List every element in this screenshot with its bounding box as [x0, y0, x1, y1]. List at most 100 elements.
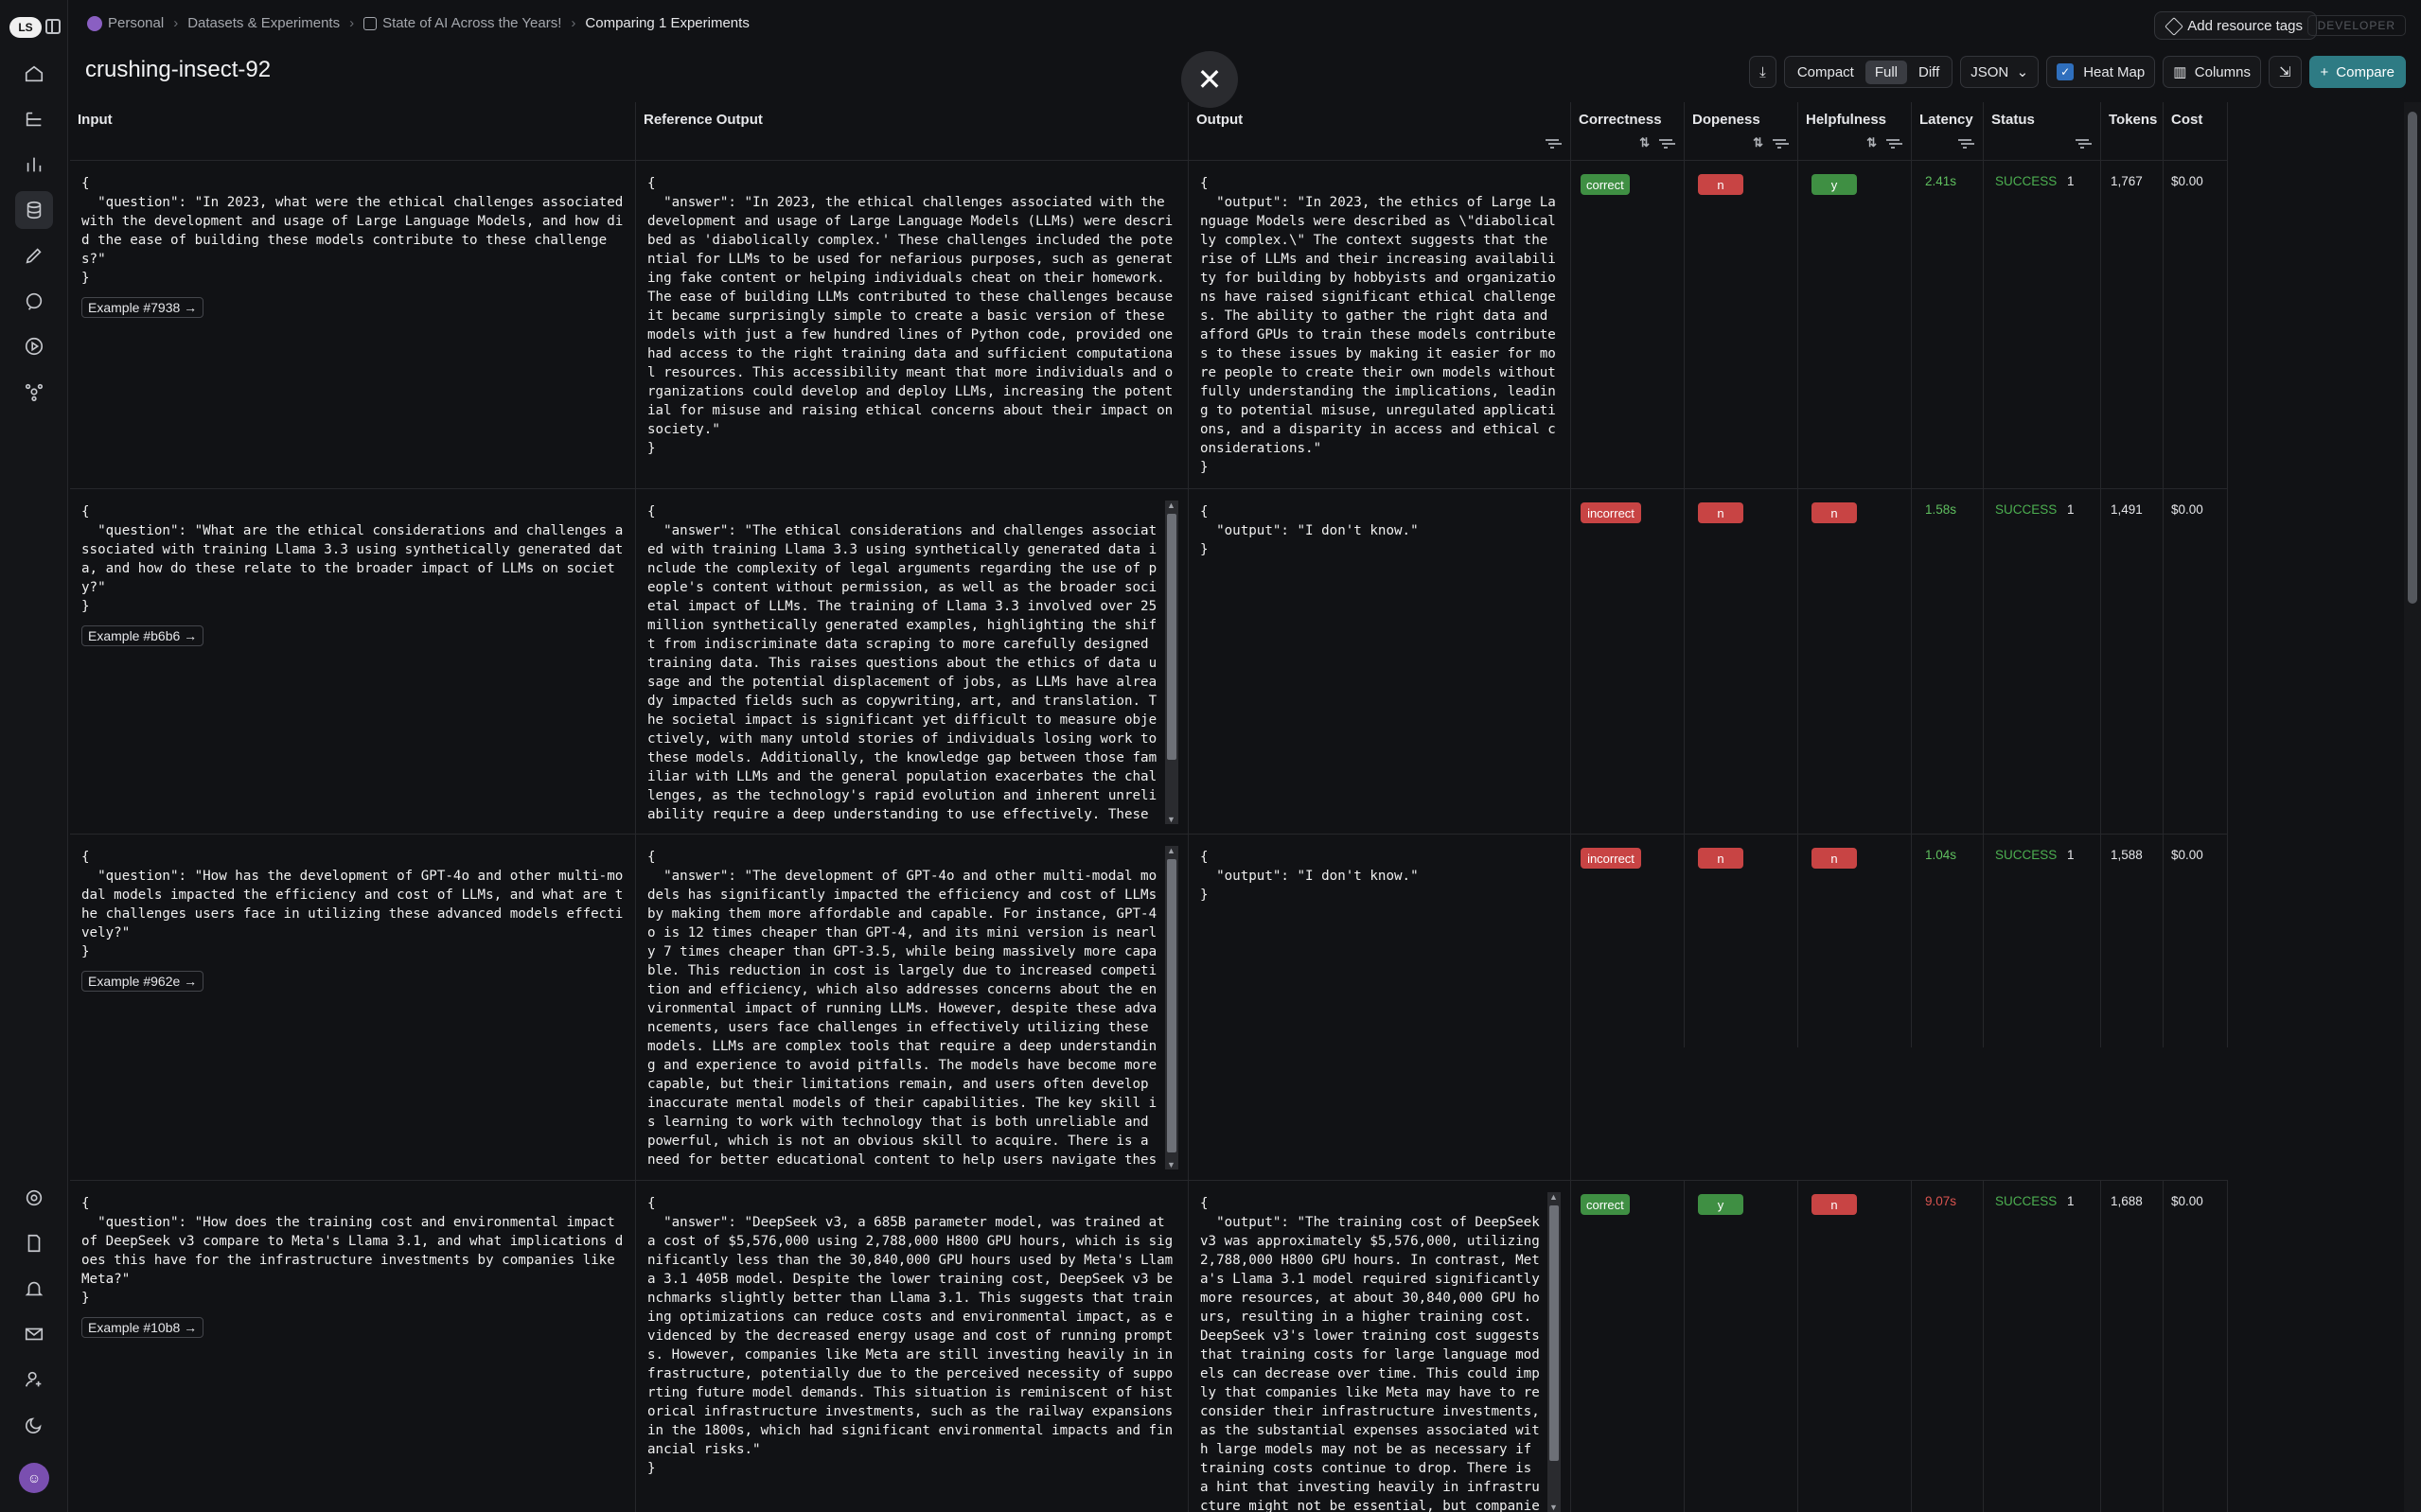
column-header-reference[interactable]: Reference Output	[636, 102, 1189, 161]
home-icon[interactable]	[23, 62, 45, 85]
breadcrumb-dataset[interactable]: State of AI Across the Years!	[363, 15, 561, 31]
feedback-badge[interactable]: correct	[1581, 174, 1630, 195]
tokens-cell: 1,688	[2101, 1181, 2164, 1512]
notifications-icon[interactable]	[23, 1277, 45, 1300]
feedback-badge[interactable]: incorrect	[1581, 848, 1641, 869]
sort-icon[interactable]: ⇅	[1639, 135, 1650, 150]
table-row[interactable]: { "question": "What are the ethical cons…	[70, 489, 2228, 835]
column-header-helpfulness[interactable]: Helpfulness ⇅	[1798, 102, 1912, 161]
example-link[interactable]: Example #962e →	[81, 971, 204, 992]
scroll-down-icon[interactable]: ▼	[1549, 1503, 1558, 1512]
latency-cell: 9.07s	[1912, 1181, 1984, 1512]
close-button[interactable]: ✕	[1181, 51, 1238, 108]
helpfulness-cell: y	[1798, 161, 1912, 488]
tokens-value: 1,588	[2111, 848, 2143, 862]
feedback-badge[interactable]: n	[1811, 502, 1857, 523]
scroll-up-icon[interactable]: ▲	[1167, 501, 1175, 510]
dopeness-cell: n	[1685, 489, 1798, 834]
dashboards-icon[interactable]	[23, 153, 45, 176]
add-resource-tags-button[interactable]: Add resource tags	[2154, 11, 2317, 40]
share-button[interactable]: ⇲	[2268, 56, 2302, 88]
format-select[interactable]: JSON ⌄	[1960, 56, 2040, 88]
heatmap-toggle[interactable]: ✓ Heat Map	[2046, 56, 2156, 88]
correctness-cell: correct	[1571, 1181, 1685, 1512]
tokens-cell: 1,588	[2101, 835, 2164, 1047]
status-value: SUCCESS	[1995, 1194, 2058, 1208]
example-link[interactable]: Example #7938 →	[81, 297, 204, 318]
sidebar-toggle-icon[interactable]	[45, 19, 61, 34]
dopeness-cell: n	[1685, 161, 1798, 488]
scroll-up-icon[interactable]: ▲	[1549, 1192, 1558, 1202]
breadcrumb-section[interactable]: Datasets & Experiments	[187, 15, 340, 31]
filter-icon[interactable]	[1958, 139, 1971, 149]
avatar[interactable]: ☺	[19, 1463, 49, 1493]
example-link[interactable]: Example #b6b6 →	[81, 625, 204, 646]
deployments-icon[interactable]	[23, 380, 45, 403]
feedback-badge[interactable]: y	[1698, 1194, 1743, 1215]
filter-icon[interactable]	[2076, 139, 2089, 149]
filter-icon[interactable]	[1773, 139, 1786, 149]
download-button[interactable]: ⤓	[1749, 56, 1776, 88]
feedback-badge[interactable]: n	[1698, 502, 1743, 523]
sort-icon[interactable]: ⇅	[1866, 135, 1877, 150]
app-logo[interactable]: LS	[9, 17, 42, 38]
column-header-tokens[interactable]: Tokens	[2101, 102, 2164, 161]
input-json: { "question": "How does the training cos…	[81, 1196, 624, 1306]
dark-mode-icon[interactable]	[23, 1414, 45, 1436]
scroll-up-icon[interactable]: ▲	[1167, 846, 1175, 855]
diff-view-button[interactable]: Diff	[1909, 61, 1949, 84]
columns-button[interactable]: ▥ Columns	[2163, 56, 2261, 88]
column-header-status[interactable]: Status	[1984, 102, 2101, 161]
column-header-dopeness[interactable]: Dopeness ⇅	[1685, 102, 1798, 161]
breadcrumb-workspace[interactable]: Personal	[87, 15, 164, 32]
table-row[interactable]: { "question": "How does the training cos…	[70, 1181, 2228, 1512]
compact-view-button[interactable]: Compact	[1788, 61, 1864, 84]
compare-button[interactable]: + Compare	[2308, 56, 2406, 88]
cell-scrollbar[interactable]: ▲ ▼	[1547, 1192, 1561, 1512]
reference-cell: { "answer": "In 2023, the ethical challe…	[636, 161, 1189, 488]
table-row[interactable]: { "question": "How has the development o…	[70, 835, 2228, 1181]
page-scrollbar-thumb[interactable]	[2408, 112, 2417, 604]
add-user-icon[interactable]	[23, 1368, 45, 1391]
tracing-icon[interactable]	[23, 108, 45, 131]
datasets-icon[interactable]	[15, 191, 53, 229]
full-view-button[interactable]: Full	[1864, 60, 1908, 84]
filter-icon[interactable]	[1546, 139, 1559, 149]
scroll-down-icon[interactable]: ▼	[1167, 1160, 1175, 1169]
column-header-output[interactable]: Output	[1189, 102, 1571, 161]
latency-value: 2.41s	[1925, 174, 1957, 188]
mail-icon[interactable]	[23, 1323, 45, 1345]
filter-icon[interactable]	[1886, 139, 1900, 149]
feedback-badge[interactable]: n	[1698, 848, 1743, 869]
settings-icon[interactable]	[23, 1187, 45, 1209]
checkbox-checked-icon[interactable]: ✓	[2057, 63, 2075, 80]
column-header-latency[interactable]: Latency	[1912, 102, 1984, 161]
cell-scrollbar[interactable]: ▲ ▼	[1165, 501, 1178, 824]
feedback-badge[interactable]: n	[1811, 1194, 1857, 1215]
share-icon: ⇲	[2278, 64, 2291, 80]
input-cell: { "question": "How has the development o…	[70, 835, 636, 1180]
filter-icon[interactable]	[1659, 139, 1672, 149]
column-header-cost[interactable]: Cost	[2164, 102, 2228, 161]
prompts-icon[interactable]	[23, 290, 45, 312]
playground-icon[interactable]	[23, 335, 45, 358]
page-scrollbar[interactable]	[2404, 102, 2421, 1512]
feedback-badge[interactable]: correct	[1581, 1194, 1630, 1215]
feedback-badge[interactable]: n	[1698, 174, 1743, 195]
feedback-badge[interactable]: n	[1811, 848, 1857, 869]
annotation-icon[interactable]	[23, 244, 45, 267]
helpfulness-cell: n	[1798, 835, 1912, 1047]
scroll-down-icon[interactable]: ▼	[1167, 815, 1175, 824]
column-header-correctness[interactable]: Correctness ⇅	[1571, 102, 1685, 161]
tokens-cell: 1,491	[2101, 489, 2164, 834]
table-row[interactable]: { "question": "In 2023, what were the et…	[70, 161, 2228, 489]
feedback-badge[interactable]: incorrect	[1581, 502, 1641, 523]
cell-scrollbar[interactable]: ▲ ▼	[1165, 846, 1178, 1169]
feedback-badge[interactable]: y	[1811, 174, 1857, 195]
example-link[interactable]: Example #10b8 →	[81, 1317, 204, 1338]
sort-icon[interactable]: ⇅	[1753, 135, 1763, 150]
status-count: 1	[2067, 174, 2075, 188]
docs-icon[interactable]	[23, 1232, 45, 1255]
input-json: { "question": "What are the ethical cons…	[81, 504, 624, 614]
column-header-input[interactable]: Input	[70, 102, 636, 161]
